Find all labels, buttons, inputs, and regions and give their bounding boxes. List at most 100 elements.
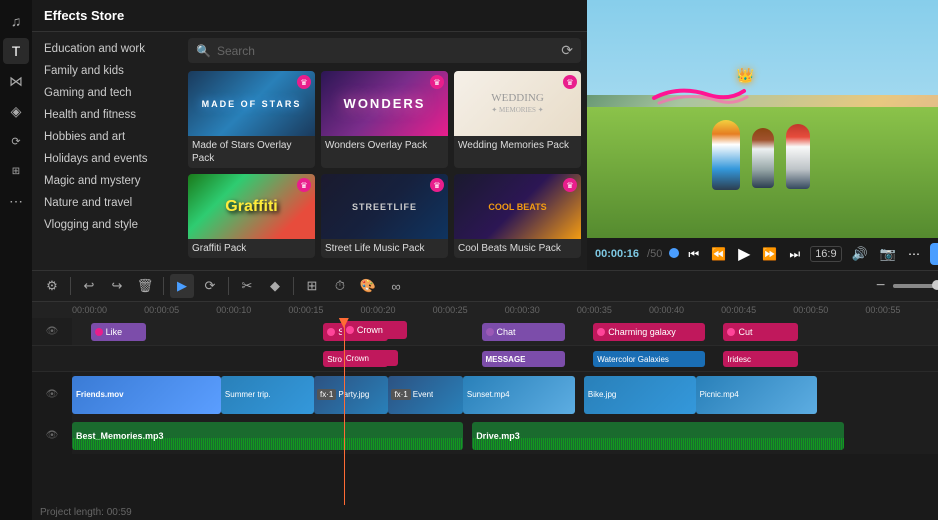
sidebar-item-effects[interactable]: ⋈ [3,68,29,94]
ruler-marks: 00:00:00 00:00:05 00:00:10 00:00:15 00:0… [72,305,938,315]
cut-btn[interactable]: ✂ [235,274,259,298]
clip-label-like: Like [106,327,123,337]
preview-controls: 00:00:16 /50 ⏮ ⏪ ▶ ⏩ ⏭ 16:9 🔊 📷 ⋯ [587,238,938,270]
toolbar-sep-3 [228,277,229,295]
track-content-audio1: Best_Memories.mp3 Drive.mp3 [72,418,938,454]
eye-icon-audio1[interactable]: 👁 [46,430,59,441]
ruler-45: 00:00:45 [721,305,756,315]
play-timeline-btn[interactable]: ▶ [170,274,194,298]
clip-charming[interactable]: Charming galaxy [593,323,705,341]
clip-event[interactable]: fx·1 Event [388,376,462,414]
play-btn[interactable]: ▶ [736,242,752,266]
category-vlogging[interactable]: Vlogging and style [32,214,182,236]
clip-crown[interactable]: Crown [342,321,407,339]
clip-watercolor[interactable]: Watercolor Galaxies [593,351,705,367]
effect-card-street[interactable]: STREETLIFE ♛ Street Life Music Pack [321,174,448,258]
clip-bike[interactable]: Bike.jpg [584,376,696,414]
sidebar-item-text[interactable]: T [3,38,29,64]
clip-best-memories[interactable]: Best_Memories.mp3 [72,422,463,450]
zoom-out-btn[interactable]: − [872,277,889,295]
clip-label-summer: Summer trip. [225,390,271,399]
refresh-icon[interactable]: ⟳ [561,42,573,59]
track-content-text1: Like Strokes Crown [72,318,938,345]
clip-party[interactable]: fx·1 Party.jpg [314,376,388,414]
preview-panel: 👑 00:00:16 /50 ⏮ ⏪ ▶ ⏩ ⏭ 16:9 🔊 [587,0,938,270]
category-holidays[interactable]: Holidays and events [32,148,182,170]
clip-picnic[interactable]: Picnic.mp4 [696,376,817,414]
playhead[interactable] [344,318,345,505]
effect-thumb-cool: COOL BEATS [454,174,581,239]
volume-icon[interactable]: 🔊 [850,244,870,264]
skip-back-btn[interactable]: ⏮ [686,245,701,264]
category-hobbies[interactable]: Hobbies and art [32,126,182,148]
step-fwd-btn[interactable]: ⏩ [760,245,779,263]
eye-icon-video[interactable]: 👁 [46,389,59,400]
clip-drive[interactable]: Drive.mp3 [472,422,844,450]
clip-cut[interactable]: Cut [723,323,797,341]
effect-label-graffiti: Graffiti Pack [188,239,315,258]
effects-panel-header: Effects Store [32,0,587,32]
category-health[interactable]: Health and fitness [32,104,182,126]
effects-panel: Effects Store Education and work Family … [32,0,587,270]
undo-btn[interactable]: ↩ [77,274,101,298]
aspect-ratio-btn[interactable]: 16:9 [810,246,841,262]
effect-card-wonders[interactable]: WONDERS ♛ Wonders Overlay Pack [321,71,448,168]
clip-summer[interactable]: Summer trip. [221,376,314,414]
clip-label-cut: Cut [738,327,752,337]
clip-friends[interactable]: Friends.mov [72,376,221,414]
settings-icon[interactable]: ⚙ [40,274,64,298]
timeline-toolbar: ⚙ ↩ ↪ 🗑 ▶ ⟳ ✂ ◆ ⊞ ⏱ 🎨 ∞ − [32,270,938,302]
clip-iridesc[interactable]: Iridesc [723,351,797,367]
track-label-eye1: 👁 [32,318,72,345]
search-icon: 🔍 [196,44,211,58]
more-options-icon[interactable]: ⋯ [906,245,922,263]
effect-card-graffiti[interactable]: Graffiti ♛ Graffiti Pack [188,174,315,258]
clip-like[interactable]: Like [91,323,147,341]
toolbar-sep-1 [70,277,71,295]
category-nature[interactable]: Nature and travel [32,192,182,214]
clip-message[interactable]: MESSAGE [482,351,566,367]
clip-label-sunset: Sunset.mp4 [467,390,510,399]
sidebar-item-filters[interactable]: ⟳ [3,128,29,154]
category-magic[interactable]: Magic and mystery [32,170,182,192]
track-content-text2: Strokes · p Crown MESSAGE Watercolor Gal… [72,346,938,371]
mark-btn[interactable]: ◆ [263,274,287,298]
step-back-btn[interactable]: ⏪ [709,245,728,263]
effect-card-cool-beats[interactable]: COOL BEATS ♛ Cool Beats Music Pack [454,174,581,258]
snapshot-icon[interactable]: 📷 [878,244,898,264]
clip-dot-cut [727,328,735,336]
category-family[interactable]: Family and kids [32,60,182,82]
sidebar-item-overlays[interactable]: ⊞ [3,158,29,184]
search-input[interactable] [217,44,555,58]
effect-card-made-of-stars[interactable]: MADE OF STARS ♛ Made of Stars Overlay Pa… [188,71,315,168]
loop-btn[interactable]: ⟳ [198,274,222,298]
ruler-40: 00:00:40 [649,305,684,315]
effect-card-wedding[interactable]: WEDDING ✦ MEMORIES ✦ ♛ Wedding Memories … [454,71,581,168]
export-button[interactable]: Export ▾ [930,243,938,265]
redo-btn[interactable]: ↪ [105,274,129,298]
category-education[interactable]: Education and work [32,38,182,60]
split-btn[interactable]: ⊞ [300,274,324,298]
effect-badge-stars: ♛ [297,75,311,89]
color-btn[interactable]: 🎨 [356,274,380,298]
sidebar-item-more[interactable]: ⋯ [3,188,29,214]
clip-chat[interactable]: Chat [482,323,566,341]
eye-icon[interactable]: 👁 [46,326,59,337]
clip-label-crown: Crown [357,325,383,335]
zoom-slider[interactable] [893,284,938,288]
effect-label-stars: Made of Stars Overlay Pack [188,136,315,168]
main-content: Effects Store Education and work Family … [32,0,938,520]
sidebar-item-music[interactable]: ♫ [3,8,29,34]
sidebar-item-stickers[interactable]: ◈ [3,98,29,124]
toolbar-sep-2 [163,277,164,295]
effect-thumb-street: STREETLIFE [321,174,448,239]
category-gaming[interactable]: Gaming and tech [32,82,182,104]
delete-btn[interactable]: 🗑 [133,274,157,298]
clip-label-friends: Friends.mov [76,390,124,399]
skip-fwd-btn[interactable]: ⏭ [787,245,802,264]
clip-sunset[interactable]: Sunset.mp4 [463,376,575,414]
link-btn[interactable]: ∞ [384,274,408,298]
speed-btn[interactable]: ⏱ [328,274,352,298]
clip-crown-sub[interactable]: Crown [342,350,398,366]
ruler-10: 00:00:10 [216,305,251,315]
